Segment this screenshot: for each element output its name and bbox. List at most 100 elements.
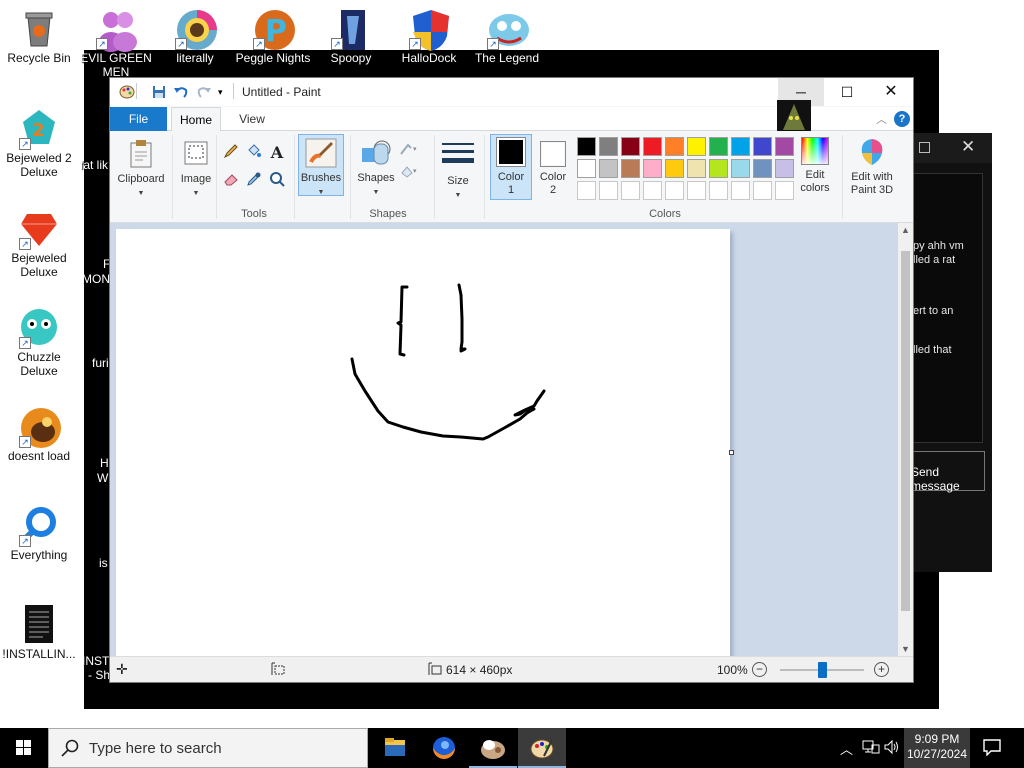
background-chat-window[interactable]: ✕ py ahh vm lled a rat ert to an lled th… xyxy=(903,133,992,572)
fill-bucket-icon[interactable] xyxy=(244,143,264,163)
palette-color-swatch[interactable] xyxy=(665,137,684,156)
volume-icon[interactable] xyxy=(884,739,900,758)
taskbar-app-game[interactable] xyxy=(469,728,517,768)
palette-color-swatch[interactable] xyxy=(753,159,772,178)
palette-color-swatch[interactable] xyxy=(775,159,794,178)
desktop-icon-chuzzle[interactable]: ↗ Chuzzle Deluxe xyxy=(0,307,78,378)
palette-color-swatch[interactable] xyxy=(687,137,706,156)
undo-icon[interactable] xyxy=(173,85,188,99)
color2-button[interactable]: Color 2 xyxy=(534,135,572,201)
desktop-icon-hallodock[interactable]: ↗ HalloDock xyxy=(390,8,468,65)
desktop-icon-label-partial[interactable]: W xyxy=(97,471,108,485)
palette-color-swatch[interactable] xyxy=(643,159,662,178)
start-button[interactable] xyxy=(0,728,48,768)
desktop-icon-evil-green[interactable]: ↗ EVIL GREEN MEN xyxy=(77,8,155,79)
magnifier-icon[interactable] xyxy=(267,171,287,191)
paint-window[interactable]: ▾ Untitled - Paint ─ ☐ ✕ File Home View … xyxy=(109,77,914,683)
clipboard-button[interactable]: Clipboard ▼ xyxy=(115,135,167,219)
desktop-icon-label-partial[interactable]: is xyxy=(99,556,108,570)
canvas-resize-handle[interactable] xyxy=(729,450,734,455)
desktop-icon-label-partial[interactable]: H xyxy=(100,456,109,470)
desktop-icon-label-partial[interactable]: INST xyxy=(82,654,109,668)
desktop-icon-label-partial[interactable]: - Sh xyxy=(88,668,110,682)
color-picker-icon[interactable] xyxy=(244,171,264,191)
zoom-out-button[interactable]: − xyxy=(752,662,767,677)
palette-custom-slot[interactable] xyxy=(731,181,750,200)
network-icon[interactable] xyxy=(862,739,880,758)
tab-file[interactable]: File xyxy=(110,107,167,131)
palette-custom-slot[interactable] xyxy=(687,181,706,200)
maximize-button[interactable]: ☐ xyxy=(824,78,870,106)
brushes-button[interactable]: Brushes ▼ xyxy=(298,134,344,196)
desktop-icon-bejeweled-2[interactable]: 2 ↗ Bejeweled 2 Deluxe xyxy=(0,108,78,179)
palette-color-swatch[interactable] xyxy=(753,137,772,156)
save-icon[interactable] xyxy=(152,85,166,99)
palette-color-swatch[interactable] xyxy=(731,137,750,156)
palette-color-swatch[interactable] xyxy=(709,159,728,178)
tab-view[interactable]: View xyxy=(228,107,276,131)
scroll-up-icon[interactable]: ▲ xyxy=(898,225,913,235)
shapes-button[interactable]: Shapes ▼ xyxy=(354,135,398,199)
desktop-icon-label-partial[interactable]: furi xyxy=(92,356,109,370)
close-icon[interactable]: ✕ xyxy=(961,137,975,157)
zoom-in-button[interactable]: + xyxy=(874,662,889,677)
palette-custom-slot[interactable] xyxy=(599,181,618,200)
palette-color-swatch[interactable] xyxy=(599,159,618,178)
palette-color-swatch[interactable] xyxy=(709,137,728,156)
send-message-button[interactable]: Send message xyxy=(903,451,985,493)
palette-color-swatch[interactable] xyxy=(775,137,794,156)
palette-color-swatch[interactable] xyxy=(599,137,618,156)
desktop-icon-installing[interactable]: !INSTALLIN... xyxy=(0,604,78,661)
desktop-icon-literally[interactable]: ↗ literally xyxy=(156,8,234,65)
palette-color-swatch[interactable] xyxy=(643,137,662,156)
palette-custom-slot[interactable] xyxy=(775,181,794,200)
taskbar-search-box[interactable]: Type here to search xyxy=(48,728,368,768)
scroll-down-icon[interactable]: ▼ xyxy=(898,644,913,654)
collapse-ribbon-icon[interactable]: ︿ xyxy=(876,111,887,127)
maximize-icon[interactable] xyxy=(919,142,930,153)
outline-icon[interactable]: ▾ xyxy=(399,141,419,161)
edit-with-paint3d-button[interactable]: Edit with Paint 3D xyxy=(846,135,898,199)
taskbar-app-firefox[interactable] xyxy=(420,728,468,768)
paint-app-icon[interactable] xyxy=(119,85,135,99)
tab-home[interactable]: Home xyxy=(171,107,221,132)
help-icon[interactable]: ? xyxy=(894,111,910,127)
palette-color-swatch[interactable] xyxy=(687,159,706,178)
desktop-icon-doesnt-load[interactable]: ↗ doesnt load xyxy=(0,406,78,463)
pencil-icon[interactable] xyxy=(221,143,241,163)
palette-color-swatch[interactable] xyxy=(731,159,750,178)
vertical-scrollbar[interactable]: ▲ ▼ xyxy=(898,223,913,656)
color1-button[interactable]: Color 1 xyxy=(490,134,532,200)
customize-qat-icon[interactable]: ▾ xyxy=(218,87,232,101)
palette-custom-slot[interactable] xyxy=(665,181,684,200)
text-tool-icon[interactable]: A xyxy=(267,143,287,163)
eraser-icon[interactable] xyxy=(221,171,241,191)
image-button[interactable]: Image ▼ xyxy=(176,135,216,219)
scrollbar-thumb[interactable] xyxy=(901,251,910,611)
palette-custom-slot[interactable] xyxy=(643,181,662,200)
edit-colors-button[interactable]: Edit colors xyxy=(794,135,836,199)
zoom-slider-thumb[interactable] xyxy=(818,662,827,678)
system-clock[interactable]: 9:09 PM 10/27/2024 xyxy=(904,728,970,768)
close-button[interactable]: ✕ xyxy=(868,78,913,106)
desktop-icon-peggle-nights[interactable]: P ↗ Peggle Nights xyxy=(234,8,312,65)
palette-custom-slot[interactable] xyxy=(753,181,772,200)
redo-icon[interactable] xyxy=(196,85,211,99)
fill-icon[interactable]: ▾ xyxy=(399,163,419,183)
desktop-icon-label-partial[interactable]: MON xyxy=(82,272,110,286)
palette-custom-slot[interactable] xyxy=(577,181,596,200)
notifications-icon[interactable] xyxy=(983,738,1001,759)
palette-color-swatch[interactable] xyxy=(621,159,640,178)
size-button[interactable]: Size ▼ xyxy=(438,135,478,199)
desktop-icon-everything[interactable]: ↗ Everything xyxy=(0,505,78,562)
taskbar-app-file-explorer[interactable] xyxy=(371,728,419,768)
palette-color-swatch[interactable] xyxy=(621,137,640,156)
chevron-up-icon[interactable]: ︿ xyxy=(840,739,853,758)
desktop-icon-the-legend[interactable]: ↗ The Legend xyxy=(468,8,546,65)
drawing-canvas[interactable] xyxy=(116,229,730,657)
taskbar-app-paint[interactable] xyxy=(518,728,566,768)
palette-color-swatch[interactable] xyxy=(665,159,684,178)
bg-window-titlebar[interactable] xyxy=(903,133,992,163)
palette-custom-slot[interactable] xyxy=(709,181,728,200)
palette-color-swatch[interactable] xyxy=(577,159,596,178)
